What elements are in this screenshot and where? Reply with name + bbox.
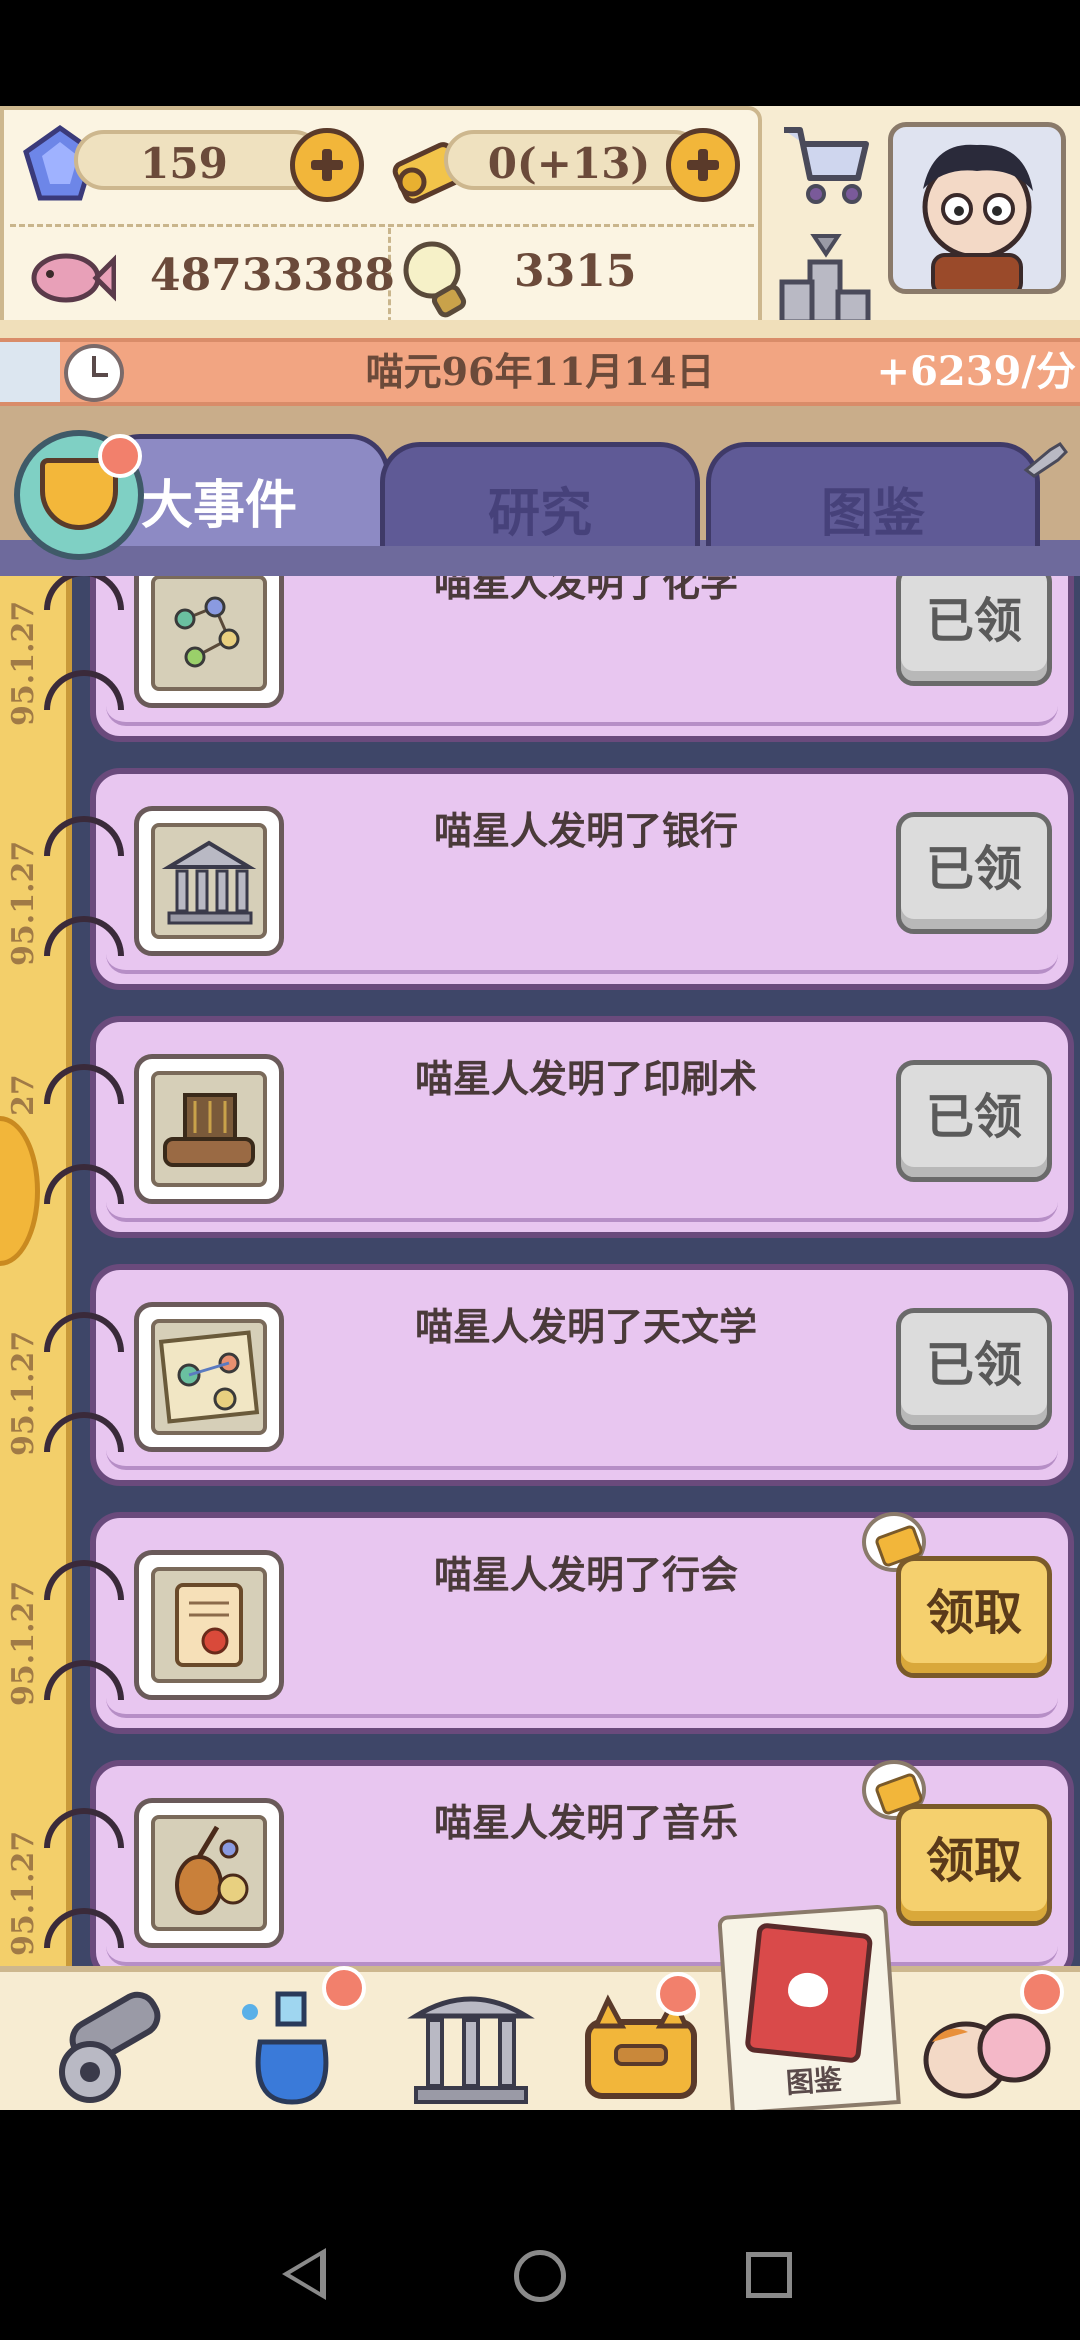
event-card-printing: 喵星人发明了印刷术 已领 — [90, 1016, 1074, 1238]
event-thumbnail — [134, 1302, 284, 1452]
recent-apps-icon[interactable] — [746, 2252, 792, 2298]
gem-count: 159 — [140, 139, 228, 188]
income-rate: +6239/分 — [876, 348, 1076, 395]
ideas-count: 3315 — [514, 246, 637, 297]
timeline-date: 95.1.27 — [6, 1830, 41, 1956]
event-title: 喵星人发明了行会 — [433, 1553, 738, 1597]
fish-icon — [31, 253, 116, 303]
paw-book-icon — [744, 1922, 874, 2064]
bottom-navigation — [0, 1966, 1080, 2110]
claim-button[interactable]: 领取 — [896, 1804, 1052, 1926]
claimed-button[interactable]: 已领 — [896, 1308, 1052, 1430]
notification-dot — [656, 1972, 700, 2016]
fish-count: 48733388 — [150, 250, 395, 301]
instruments-icon — [151, 1815, 267, 1931]
event-thumbnail — [134, 576, 284, 708]
system-navigation-bar — [0, 2110, 1080, 2340]
avatar-portrait — [922, 144, 1033, 289]
event-title: 喵星人发明了印刷术 — [414, 1057, 757, 1101]
claim-button[interactable]: 领取 — [896, 1556, 1052, 1678]
printing-press-icon — [151, 1071, 267, 1187]
add-gems-button[interactable] — [290, 128, 364, 202]
status-bar-area — [0, 0, 1080, 106]
event-thumbnail — [134, 806, 284, 956]
tab-label: 研究 — [487, 484, 592, 544]
timeline-date: 95.1.27 — [6, 840, 41, 966]
event-thumbnail — [134, 1054, 284, 1204]
back-icon-inner — [290, 2256, 320, 2292]
date-bar-edge — [0, 342, 60, 402]
notification-dot — [98, 434, 142, 478]
player-avatar[interactable] — [888, 122, 1066, 294]
side-shortcuts — [766, 106, 886, 338]
wrench-icon — [1023, 442, 1068, 478]
tab-bar: 大事件 研究 图鉴 — [0, 406, 1080, 580]
bank-icon — [151, 823, 267, 939]
cannon-icon[interactable] — [30, 1982, 180, 2112]
timeline-strip: 95.1.27 95.1.27 27 95.1.27 95.1.27 95.1.… — [0, 576, 72, 1966]
claimed-button[interactable]: 已领 — [896, 812, 1052, 934]
nav-label: 图鉴 — [784, 2062, 844, 2100]
lightbulb-icon — [403, 241, 467, 318]
event-title: 喵星人发明了音乐 — [433, 1801, 738, 1845]
event-thumbnail — [134, 1798, 284, 1948]
scroll-count: 0(+13) — [487, 139, 651, 188]
home-icon[interactable] — [514, 2250, 566, 2302]
clock-icon — [64, 344, 124, 402]
charter-scroll-icon — [151, 1567, 267, 1683]
notification-dot — [1020, 1970, 1064, 2014]
timeline-date: 95.1.27 — [6, 600, 41, 726]
temple-icon[interactable] — [396, 1982, 546, 2112]
timeline-date: 95.1.27 — [6, 1580, 41, 1706]
star-map-icon — [151, 1319, 267, 1435]
divider — [10, 224, 754, 227]
event-title: 喵星人发明了化学 — [433, 576, 738, 605]
chemistry-icon — [151, 576, 267, 691]
leaderboard-podium-icon[interactable] — [778, 230, 874, 326]
tab-atlas[interactable]: 图鉴 — [706, 442, 1040, 546]
shopping-cart-icon[interactable] — [778, 118, 874, 208]
tab-label: 大事件 — [141, 476, 298, 536]
event-card-bank: 喵星人发明了银行 已领 — [90, 768, 1074, 990]
binder-ring — [44, 576, 124, 610]
game-date: 喵元96年11月14日 — [365, 349, 715, 394]
resource-panel: 159 0(+13) 48733388 3315 — [0, 106, 1080, 338]
calendar-bar: 喵元96年11月14日 +6239/分 — [0, 338, 1080, 406]
tab-research[interactable]: 研究 — [380, 442, 700, 546]
claimed-button[interactable]: 已领 — [896, 1060, 1052, 1182]
nav-item-atlas-selected[interactable]: 图鉴 — [717, 1904, 901, 2116]
notification-dot — [322, 1966, 366, 2010]
tab-label: 图鉴 — [820, 484, 925, 544]
event-card-guild: 喵星人发明了行会 领取 — [90, 1512, 1074, 1734]
claimed-button[interactable]: 已领 — [896, 576, 1052, 686]
event-title: 喵星人发明了银行 — [433, 809, 738, 853]
tab-floor — [0, 540, 1080, 580]
event-thumbnail — [134, 1550, 284, 1700]
add-scrolls-button[interactable] — [666, 128, 740, 202]
timeline-date: 27 — [6, 1074, 41, 1116]
event-card-chemistry: 喵星人发明了化学 已领 — [90, 576, 1074, 742]
event-title: 喵星人发明了天文学 — [414, 1305, 757, 1349]
panel-bottom-border — [0, 320, 1080, 338]
resource-box: 159 0(+13) 48733388 3315 — [0, 106, 762, 338]
event-card-music: 喵星人发明了音乐 领取 — [90, 1760, 1074, 1966]
timeline-date: 95.1.27 — [6, 1330, 41, 1456]
event-card-astronomy: 喵星人发明了天文学 已领 — [90, 1264, 1074, 1486]
event-list[interactable]: 95.1.27 95.1.27 27 95.1.27 95.1.27 95.1.… — [0, 576, 1080, 1966]
